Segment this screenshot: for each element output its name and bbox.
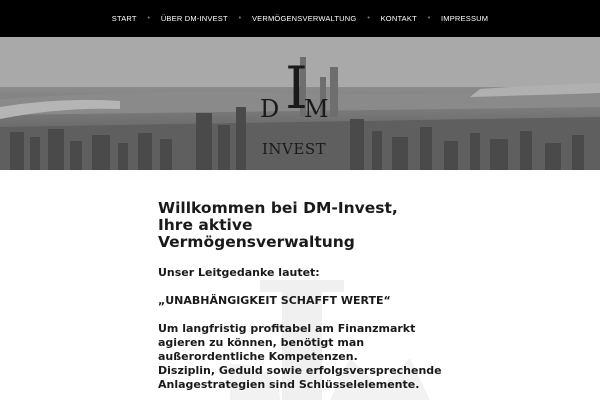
nav-item-vermoegensverwaltung[interactable]: VERMÖGENSVERWALTUNG bbox=[252, 14, 357, 23]
body-line: Um langfristig profitabel am Finanzmarkt bbox=[158, 322, 416, 335]
page-title: Willkommen bei DM-Invest, Ihre aktive Ve… bbox=[158, 200, 448, 251]
nav-item-impressum[interactable]: IMPRESSUM bbox=[441, 14, 488, 23]
body-line: außerordentliche Kompetenzen. bbox=[158, 350, 358, 363]
body-paragraph: Um langfristig profitabel am Finanzmarkt… bbox=[158, 322, 448, 392]
nav-separator: • bbox=[426, 14, 431, 22]
dm-invest-logo[interactable]: I D M INVEST bbox=[254, 55, 344, 165]
page-title-line: Willkommen bei DM-Invest, bbox=[158, 199, 398, 217]
nav-separator: • bbox=[146, 14, 151, 22]
nav-item-ueber-dm-invest[interactable]: ÜBER DM-INVEST bbox=[161, 14, 228, 23]
motto-text: „UNABHÄNGIGKEIT SCHAFFT WERTE“ bbox=[158, 294, 391, 307]
logo-letter-d: D bbox=[260, 95, 280, 123]
nav-item-start[interactable]: START bbox=[112, 14, 137, 23]
body-line: Anlagestrategien sind Schlüsselelemente. bbox=[158, 378, 420, 391]
main-content: Willkommen bei DM-Invest, Ihre aktive Ve… bbox=[158, 200, 448, 392]
page-title-line: Ihre aktive bbox=[158, 216, 253, 234]
hero-banner: I D M INVEST bbox=[0, 37, 600, 170]
logo-word-invest: INVEST bbox=[262, 140, 327, 158]
body-line: agieren zu können, benötigt man bbox=[158, 336, 365, 349]
body-line: Disziplin, Geduld sowie erfolgsversprech… bbox=[158, 364, 442, 377]
motto-intro: Unser Leitgedanke lautet: bbox=[158, 266, 320, 279]
logo-letter-m: M bbox=[304, 95, 329, 123]
top-navigation: START • ÜBER DM-INVEST • VERMÖGENSVERWAL… bbox=[0, 0, 600, 37]
nav-item-kontakt[interactable]: KONTAKT bbox=[381, 14, 417, 23]
page-title-line: Vermögensverwaltung bbox=[158, 233, 355, 251]
nav-separator: • bbox=[237, 14, 242, 22]
nav-separator: • bbox=[366, 14, 371, 22]
